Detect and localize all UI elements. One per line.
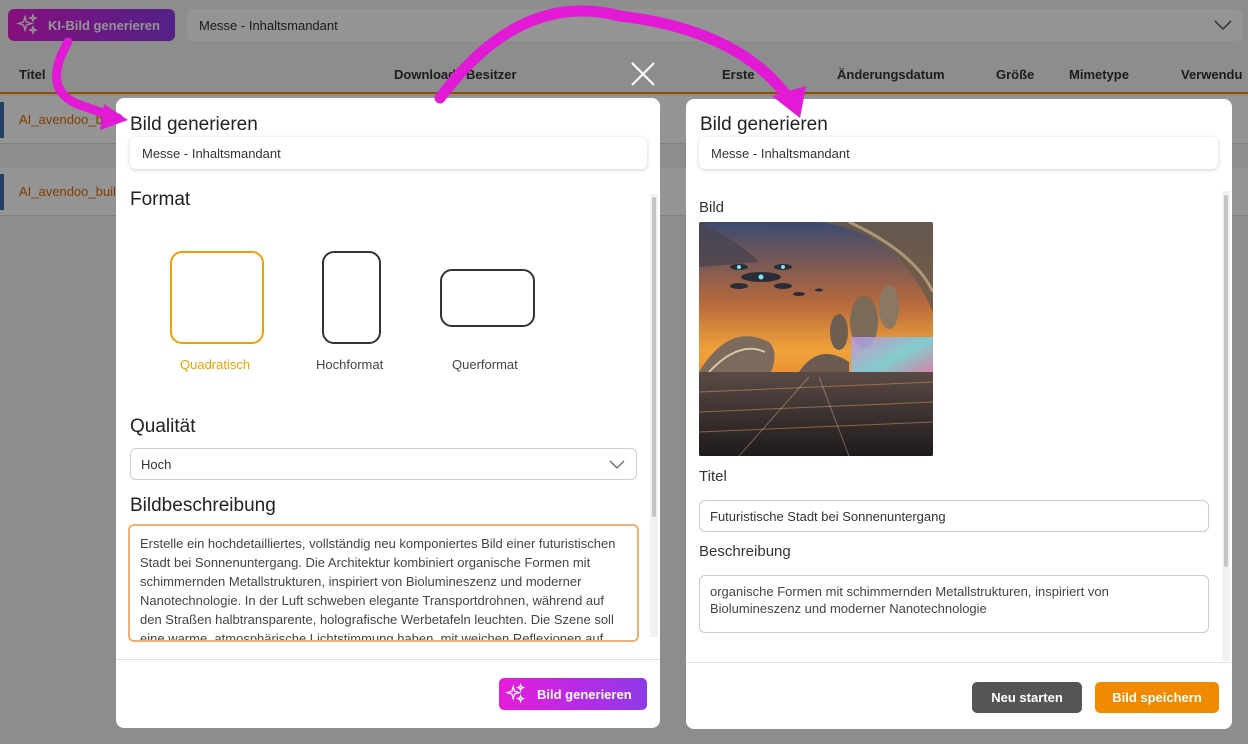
scrollbar-thumb[interactable] (652, 197, 656, 517)
close-icon[interactable] (630, 61, 656, 87)
dialog-title: Bild generieren (130, 114, 258, 135)
quality-select[interactable]: Hoch (130, 448, 637, 480)
mandant-field[interactable]: Messe - Inhaltsmandant (130, 137, 647, 169)
quality-select-value: Hoch (141, 456, 172, 472)
restart-button[interactable]: Neu starten (972, 682, 1082, 713)
format-square-label[interactable]: Quadratisch (180, 357, 250, 372)
generate-image-button[interactable]: Bild generieren (499, 678, 647, 710)
mandant-field-value: Messe - Inhaltsmandant (142, 145, 281, 161)
format-landscape-label[interactable]: Querformat (452, 357, 518, 372)
generate-dialog-input: Bild generieren Messe - Inhaltsmandant F… (116, 98, 660, 728)
generate-dialog-result: Bild generieren Messe - Inhaltsmandant B… (686, 99, 1232, 729)
footer-divider (686, 662, 1232, 663)
generated-image (699, 222, 933, 456)
format-square-option[interactable] (170, 251, 264, 344)
description-label: Beschreibung (699, 543, 791, 560)
format-heading: Format (130, 189, 191, 210)
save-image-button[interactable]: Bild speichern (1095, 682, 1219, 713)
chevron-down-icon (609, 460, 625, 469)
image-description-textarea[interactable]: Erstelle ein hochdetailliertes, vollstän… (128, 524, 639, 642)
mandant-field-value: Messe - Inhaltsmandant (711, 145, 850, 161)
format-portrait-label[interactable]: Hochformat (316, 357, 383, 372)
sparkles-icon (505, 683, 526, 704)
format-landscape-option[interactable] (440, 269, 535, 327)
scrollbar-thumb[interactable] (1224, 195, 1228, 567)
dialog-title: Bild generieren (700, 114, 828, 135)
image-description-field[interactable]: organische Formen mit schimmernden Metal… (699, 575, 1209, 633)
quality-heading: Qualität (130, 416, 196, 437)
generate-button-label: Bild generieren (537, 686, 632, 702)
image-title-input[interactable]: Futuristische Stadt bei Sonnenuntergang (699, 500, 1209, 532)
image-label: Bild (699, 199, 725, 216)
description-heading: Bildbeschreibung (130, 495, 276, 516)
footer-divider (116, 659, 660, 660)
image-title-value: Futuristische Stadt bei Sonnenuntergang (710, 508, 946, 524)
mandant-field[interactable]: Messe - Inhaltsmandant (699, 137, 1218, 169)
format-portrait-option[interactable] (322, 251, 381, 344)
title-label: Titel (699, 468, 727, 485)
